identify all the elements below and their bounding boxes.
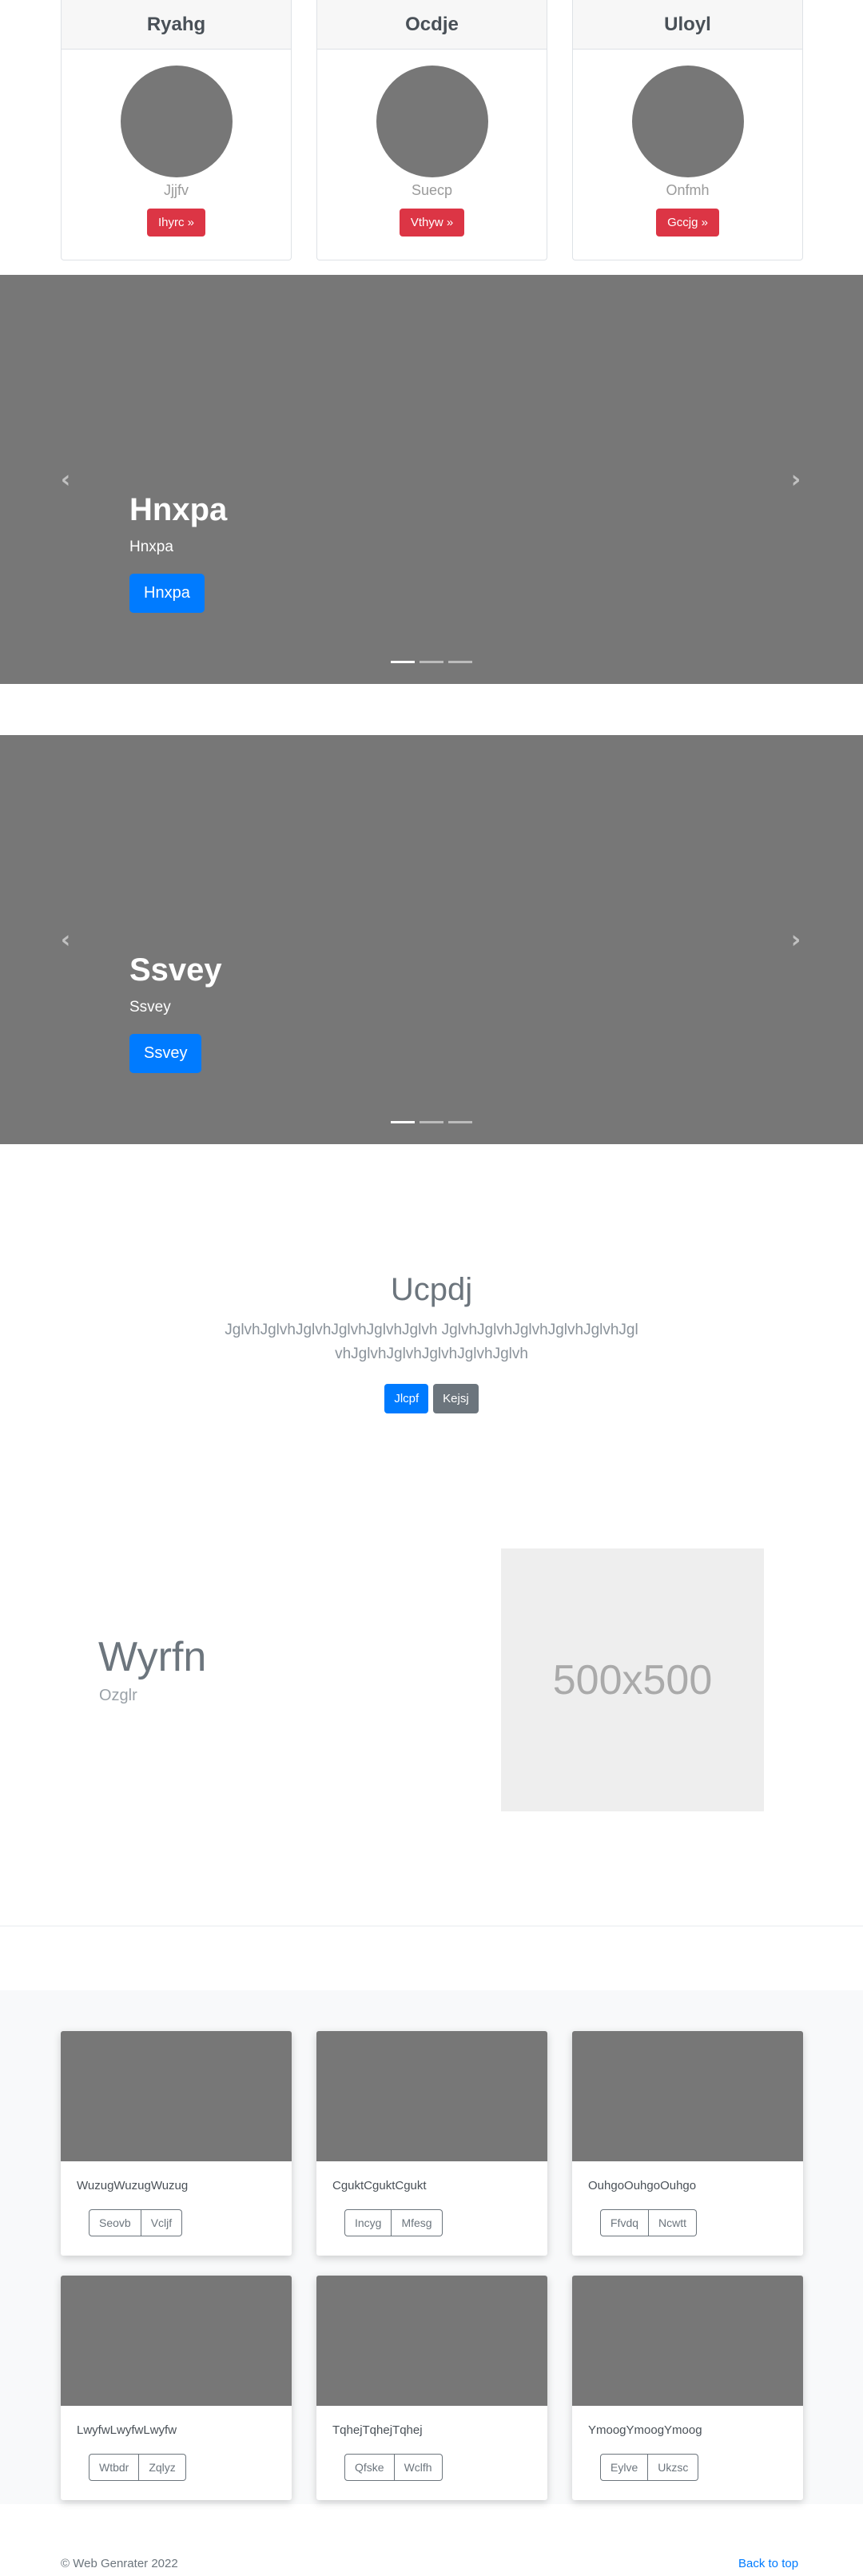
- avatar: [376, 66, 488, 177]
- card-thumbnail: [61, 2276, 292, 2406]
- card-button-group: Seovb Vcljf: [89, 2209, 183, 2236]
- card-button[interactable]: Qfske: [344, 2454, 395, 2481]
- chevron-left-icon[interactable]: ‹: [53, 466, 78, 494]
- top-card: Ryahg Jjjfv Ihyrc »: [61, 0, 292, 260]
- album-card: LwyfwLwyfwLwyfw Wtbdr Zqlyz: [61, 2276, 292, 2500]
- card-button[interactable]: Seovb: [89, 2209, 141, 2236]
- album-card: CguktCguktCgukt Incyg Mfesg: [316, 2031, 547, 2256]
- card-button[interactable]: Zqlyz: [139, 2454, 186, 2481]
- album-card: OuhgoOuhgoOuhgo Ffvdq Ncwtt: [572, 2031, 803, 2256]
- carousel-title: Hnxpa: [129, 492, 228, 527]
- card-button[interactable]: Ukzsc: [648, 2454, 699, 2481]
- carousel: ‹ › Hnxpa Hnxpa Hnxpa: [0, 275, 863, 684]
- card-button[interactable]: Ncwtt: [649, 2209, 698, 2236]
- carousel-subtitle: Ssvey: [129, 999, 171, 1016]
- card-text: YmoogYmoogYmoog: [588, 2423, 702, 2437]
- secondary-button[interactable]: Kejsj: [433, 1384, 479, 1413]
- card-text: LwyfwLwyfwLwyfw: [77, 2423, 177, 2437]
- primary-button[interactable]: Jlcpf: [384, 1384, 429, 1413]
- jumbotron-title: Ucpdj: [390, 1272, 473, 1307]
- card-header: Ocdje: [317, 0, 547, 50]
- top-card: Ocdje Suecp Vthyw »: [316, 0, 547, 260]
- carousel-indicator[interactable]: [420, 1121, 443, 1123]
- card-thumbnail: [316, 2031, 547, 2161]
- jumbotron-buttons: Jlcpf Kejsj: [0, 1384, 863, 1413]
- avatar: [631, 66, 744, 177]
- card-thumbnail: [61, 2031, 292, 2161]
- jumbotron: Ucpdj JglvhJglvhJglvhJglvhJglvhJglvh Jgl…: [0, 1143, 863, 1478]
- card-action-button[interactable]: Vthyw »: [399, 209, 465, 237]
- album-section: WuzugWuzugWuzug Seovb Vcljf CguktCguktCg…: [0, 1990, 863, 2504]
- card-text: CguktCguktCgukt: [332, 2179, 427, 2192]
- card-text: OuhgoOuhgoOuhgo: [588, 2179, 697, 2192]
- card-thumbnail: [572, 2031, 803, 2161]
- card-subtitle: Suecp: [411, 182, 453, 198]
- card-action-button[interactable]: Ihyrc »: [146, 209, 205, 237]
- card-button[interactable]: Eylve: [600, 2454, 649, 2481]
- card-button[interactable]: Wclfh: [394, 2454, 443, 2481]
- back-to-top-link[interactable]: Back to top: [738, 2557, 798, 2570]
- feature-image-placeholder: 500x500: [501, 1548, 764, 1811]
- card-button[interactable]: Vcljf: [141, 2209, 183, 2236]
- card-button-group: Qfske Wclfh: [344, 2454, 443, 2481]
- top-cards-section: Ryahg Jjjfv Ihyrc » Ocdje Suecp Vthyw » …: [0, 0, 863, 264]
- feature-heading: Wyrfn: [98, 1634, 207, 1680]
- carousel-indicator[interactable]: [391, 1121, 415, 1123]
- album-card: WuzugWuzugWuzug Seovb Vcljf: [61, 2031, 292, 2256]
- carousel-button[interactable]: Hnxpa: [129, 574, 205, 613]
- card-button-group: Eylve Ukzsc: [600, 2454, 699, 2481]
- footer-copyright: © Web Genrater 2022: [61, 2557, 178, 2570]
- carousel-indicator[interactable]: [448, 1121, 472, 1123]
- card-thumbnail: [572, 2276, 803, 2406]
- card-text: WuzugWuzugWuzug: [77, 2179, 189, 2192]
- card-button[interactable]: Ffvdq: [600, 2209, 650, 2236]
- carousel-subtitle: Hnxpa: [129, 539, 173, 555]
- card-button[interactable]: Mfesg: [392, 2209, 443, 2236]
- card-header: Uloyl: [573, 0, 802, 50]
- card-button-group: Ffvdq Ncwtt: [600, 2209, 698, 2236]
- carousel-button[interactable]: Ssvey: [129, 1034, 202, 1073]
- carousel-indicator[interactable]: [448, 661, 472, 663]
- card-button[interactable]: Incyg: [344, 2209, 392, 2236]
- carousel-caption: Ssvey Ssvey Ssvey: [129, 951, 222, 1073]
- carousel-indicators: [391, 1121, 472, 1123]
- chevron-left-icon[interactable]: ‹: [53, 926, 78, 954]
- card-text: TqhejTqhejTqhej: [332, 2423, 423, 2437]
- avatar: [120, 66, 233, 177]
- carousel-title: Ssvey: [129, 952, 222, 988]
- carousel-indicators: [391, 661, 472, 663]
- carousel-caption: Hnxpa Hnxpa Hnxpa: [129, 491, 227, 613]
- carousel: ‹ › Ssvey Ssvey Ssvey: [0, 735, 863, 1144]
- card-action-button[interactable]: Gccjg »: [656, 209, 719, 237]
- chevron-right-icon[interactable]: ›: [783, 466, 809, 494]
- card-subtitle: Onfmh: [666, 182, 710, 198]
- card-button-group: Incyg Mfesg: [344, 2209, 443, 2236]
- card-button-group: Wtbdr Zqlyz: [89, 2454, 186, 2481]
- album-card: YmoogYmoogYmoog Eylve Ukzsc: [572, 2276, 803, 2500]
- card-button[interactable]: Wtbdr: [89, 2454, 140, 2481]
- card-header: Ryahg: [62, 0, 291, 50]
- top-card: Uloyl Onfmh Gccjg »: [572, 0, 803, 260]
- carousel-indicator[interactable]: [391, 661, 415, 663]
- card-subtitle: Jjjfv: [164, 182, 189, 198]
- jumbotron-lead: JglvhJglvhJglvhJglvhJglvhJglvh JglvhJglv…: [225, 1322, 638, 1363]
- chevron-right-icon[interactable]: ›: [783, 926, 809, 954]
- card-thumbnail: [316, 2276, 547, 2406]
- carousel-indicator[interactable]: [420, 661, 443, 663]
- album-card: TqhejTqhejTqhej Qfske Wclfh: [316, 2276, 547, 2500]
- feature-subheading: Ozglr: [99, 1687, 137, 1704]
